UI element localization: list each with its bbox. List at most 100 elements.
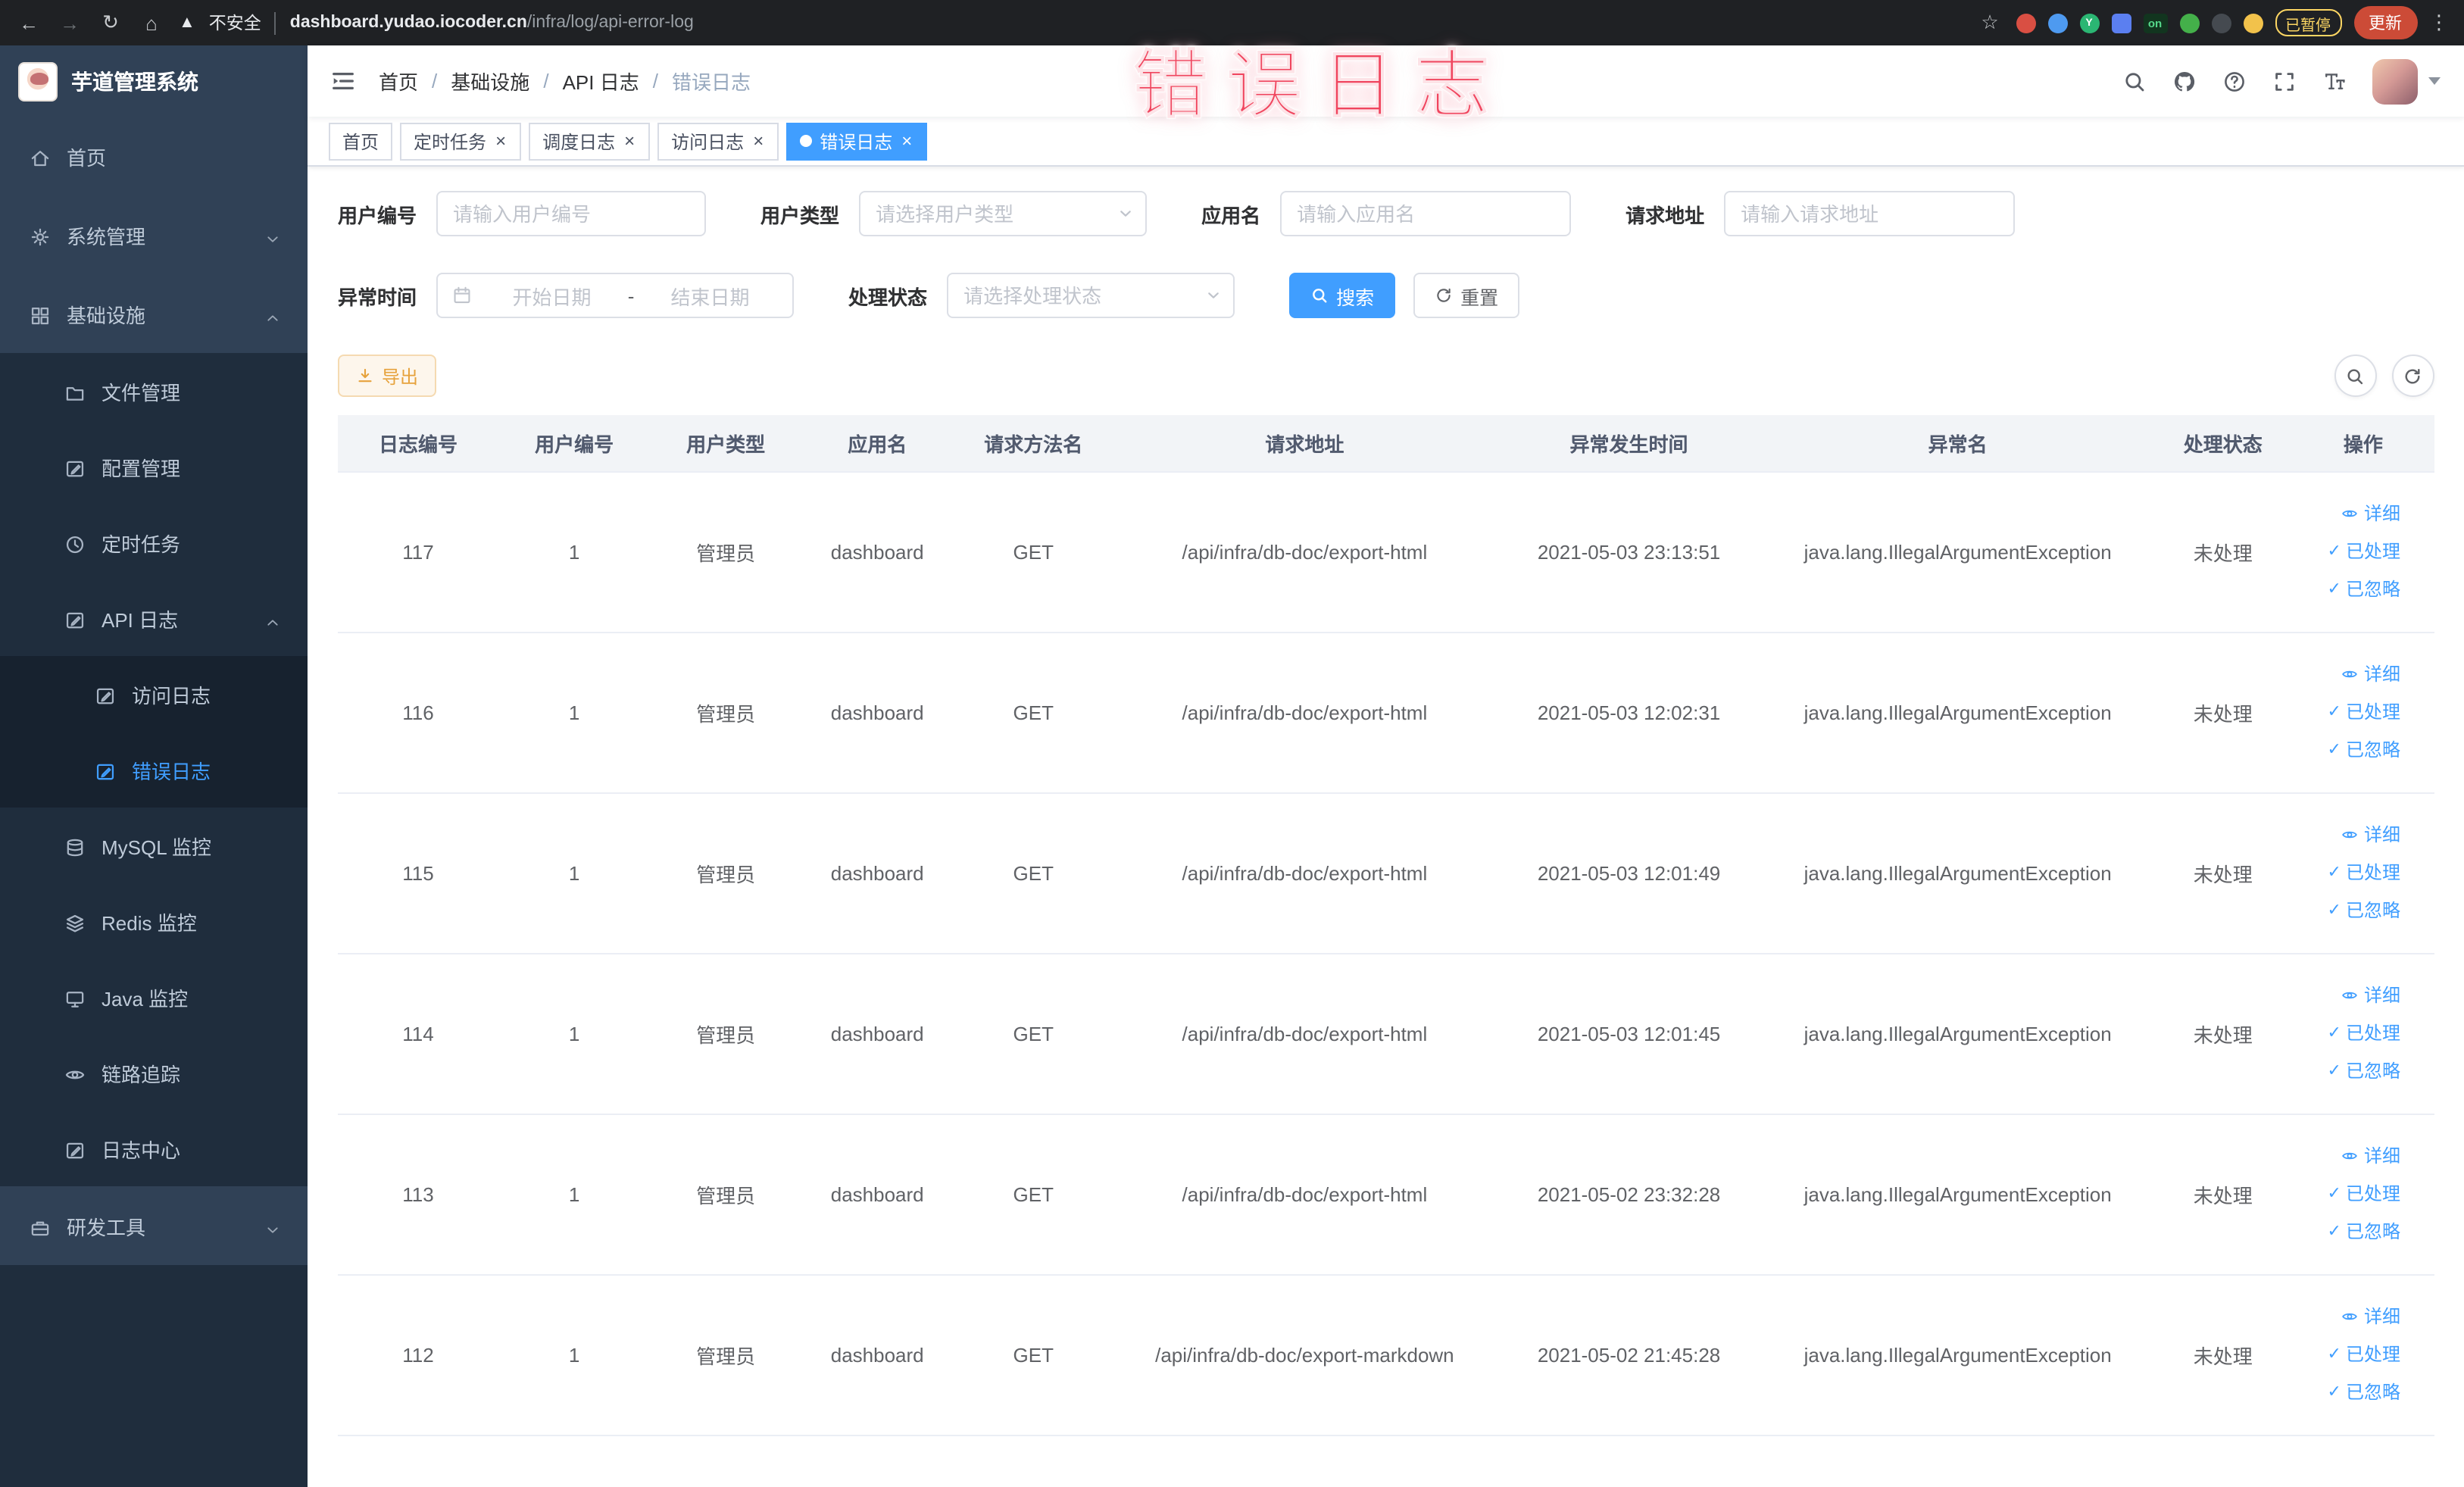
reload-icon[interactable]: ↻ xyxy=(97,11,124,35)
sidebar-item-error-log[interactable]: 错误日志 xyxy=(0,732,308,808)
address-bar[interactable]: dashboard.yudao.iocoder.cn/infra/log/api… xyxy=(290,14,1963,32)
cell-actions: 详细 ✓ 已处理 ✓ 已忽略 xyxy=(2292,792,2434,954)
detail-link[interactable]: 详细 xyxy=(2341,1300,2400,1333)
github-icon[interactable] xyxy=(2172,69,2196,93)
back-icon[interactable]: ← xyxy=(15,11,42,34)
ignored-link[interactable]: ✓ 已忽略 xyxy=(2328,733,2400,767)
breadcrumb-item[interactable]: 首页 xyxy=(379,67,418,95)
sidebar-item-job[interactable]: 定时任务 xyxy=(0,505,308,580)
sidebar-item-trace[interactable]: 链路追踪 xyxy=(0,1035,308,1111)
menu-icon xyxy=(64,1137,86,1160)
refresh-button[interactable] xyxy=(2391,355,2434,397)
logo[interactable]: 芋道管理系统 xyxy=(0,45,308,117)
tab-定时任务[interactable]: 定时任务 × xyxy=(400,122,522,160)
smiley-extension-icon[interactable] xyxy=(2243,13,2263,33)
export-button[interactable]: 导出 xyxy=(338,355,437,397)
extension-on-icon[interactable]: on xyxy=(2143,13,2167,33)
process-status-select[interactable] xyxy=(947,273,1235,318)
breadcrumb-item[interactable]: API 日志 xyxy=(563,67,639,95)
detail-link[interactable]: 详细 xyxy=(2341,497,2400,530)
avatar[interactable] xyxy=(2372,58,2417,104)
processed-link[interactable]: ✓ 已处理 xyxy=(2328,856,2400,889)
table-toolbar: 导出 xyxy=(338,355,2434,397)
date-range-picker[interactable]: 开始日期 - 结束日期 xyxy=(436,273,795,318)
tab-错误日志[interactable]: 错误日志 × xyxy=(786,122,928,160)
extension-icon[interactable]: Y xyxy=(2079,13,2099,33)
search-button[interactable]: 搜索 xyxy=(1289,273,1396,318)
extension-icon[interactable] xyxy=(2179,13,2199,33)
sidebar-item-redis[interactable]: Redis 监控 xyxy=(0,883,308,959)
tab-调度日志[interactable]: 调度日志 × xyxy=(529,122,651,160)
breadcrumb-item[interactable]: 基础设施 xyxy=(451,67,529,95)
ignored-link[interactable]: ✓ 已忽略 xyxy=(2328,1054,2400,1088)
sidebar-item-access-log[interactable]: 访问日志 xyxy=(0,656,308,732)
detail-link[interactable]: 详细 xyxy=(2341,1139,2400,1173)
extension-icon[interactable] xyxy=(2047,13,2067,33)
cell-app-name: dashboard xyxy=(801,1114,954,1275)
search-icon[interactable] xyxy=(2122,69,2146,93)
forward-icon[interactable]: → xyxy=(56,11,83,34)
breadcrumb-current: 错误日志 xyxy=(671,71,751,94)
menu-icon xyxy=(64,455,86,478)
ignored-link[interactable]: ✓ 已忽略 xyxy=(2328,894,2400,927)
tab-首页[interactable]: 首页 xyxy=(329,122,393,160)
processed-link[interactable]: ✓ 已处理 xyxy=(2328,1017,2400,1050)
detail-link[interactable]: 详细 xyxy=(2341,979,2400,1012)
exception-time-label: 异常时间 xyxy=(338,286,417,308)
sidebar-item-file[interactable]: 文件管理 xyxy=(0,353,308,429)
processed-link[interactable]: ✓ 已处理 xyxy=(2328,1338,2400,1371)
close-icon[interactable]: × xyxy=(751,132,765,150)
close-icon[interactable]: × xyxy=(623,132,636,150)
column-header: 用户编号 xyxy=(498,415,651,472)
sidebar-item-java[interactable]: Java 监控 xyxy=(0,959,308,1035)
cell-method: GET xyxy=(953,953,1114,1114)
toggle-search-button[interactable] xyxy=(2334,355,2376,397)
font-size-icon[interactable] xyxy=(2322,69,2346,93)
extension-icon[interactable] xyxy=(2111,13,2131,33)
browser-menu-icon[interactable]: ⋮ xyxy=(2429,11,2449,35)
ignored-link[interactable]: ✓ 已忽略 xyxy=(2328,573,2400,606)
reset-button[interactable]: 重置 xyxy=(1413,273,1520,318)
sidebar-item-log-center[interactable]: 日志中心 xyxy=(0,1111,308,1186)
sidebar-item-label: 系统管理 xyxy=(67,225,146,248)
processed-link[interactable]: ✓ 已处理 xyxy=(2328,535,2400,568)
detail-link[interactable]: 详细 xyxy=(2341,818,2400,851)
sidebar-item-system[interactable]: 系统管理 xyxy=(0,195,308,274)
extension-icon[interactable] xyxy=(2211,13,2231,33)
tab-访问日志[interactable]: 访问日志 × xyxy=(657,122,779,160)
app-name-input[interactable] xyxy=(1280,191,1572,236)
user-type-select[interactable] xyxy=(859,191,1148,236)
sidebar-item-infra[interactable]: 基础设施 xyxy=(0,274,308,353)
browser-toolbar: ← → ↻ ⌂ ▲ 不安全 dashboard.yudao.iocoder.cn… xyxy=(0,0,2464,45)
column-header: 应用名 xyxy=(801,415,954,472)
sidebar-item-home[interactable]: 首页 xyxy=(0,117,308,195)
column-header: 请求方法名 xyxy=(953,415,1114,472)
detail-link[interactable]: 详细 xyxy=(2341,658,2400,691)
sidebar-item-api-log[interactable]: API 日志 xyxy=(0,580,308,656)
security-label[interactable]: 不安全 xyxy=(209,11,261,35)
sidebar-item-mysql[interactable]: MySQL 监控 xyxy=(0,808,308,883)
processed-link[interactable]: ✓ 已处理 xyxy=(2328,695,2400,729)
cell-user-id: 1 xyxy=(498,953,651,1114)
close-icon[interactable]: × xyxy=(494,132,507,150)
column-header: 处理状态 xyxy=(2153,415,2293,472)
paused-badge[interactable]: 已暂停 xyxy=(2275,9,2341,36)
menu-icon xyxy=(64,834,86,857)
close-icon[interactable]: × xyxy=(900,132,913,150)
user-id-input[interactable] xyxy=(436,191,707,236)
sidebar-item-config[interactable]: 配置管理 xyxy=(0,429,308,505)
user-menu[interactable] xyxy=(2372,58,2440,104)
update-button[interactable]: 更新 xyxy=(2353,6,2417,39)
help-icon[interactable] xyxy=(2222,69,2246,93)
ignored-link[interactable]: ✓ 已忽略 xyxy=(2328,1215,2400,1248)
fullscreen-icon[interactable] xyxy=(2272,69,2296,93)
processed-link[interactable]: ✓ 已处理 xyxy=(2328,1177,2400,1211)
page-content: 用户编号 用户类型 应用名 xyxy=(308,167,2464,1487)
hamburger-icon[interactable] xyxy=(308,68,379,94)
request-url-input[interactable] xyxy=(1724,191,2016,236)
extension-icon[interactable] xyxy=(2016,13,2035,33)
ignored-link[interactable]: ✓ 已忽略 xyxy=(2328,1376,2400,1409)
home-browser-icon[interactable]: ⌂ xyxy=(138,11,165,34)
bookmark-star-icon[interactable]: ☆ xyxy=(1976,11,2003,35)
sidebar-item-devtools[interactable]: 研发工具 xyxy=(0,1186,308,1265)
